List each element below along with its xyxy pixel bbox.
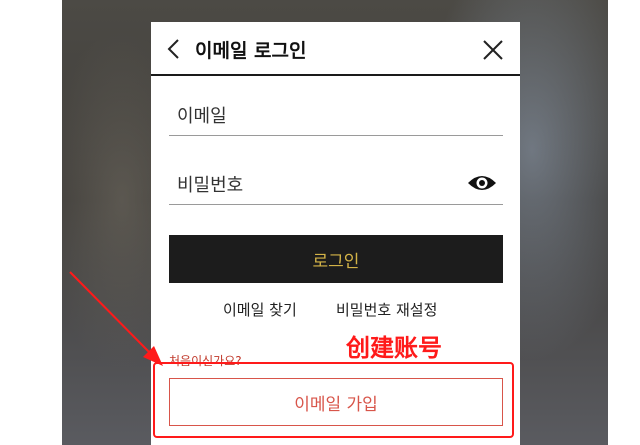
find-email-link[interactable]: 이메일 찾기 xyxy=(223,299,297,320)
login-button[interactable]: 로그인 xyxy=(169,235,503,283)
annotation-label: 创建账号 xyxy=(346,334,442,362)
password-field-wrapper xyxy=(169,163,503,205)
first-time-text: 처음이신가요? xyxy=(169,354,242,368)
email-login-dialog: 이메일 로그인 로그인 이메일 찾기 비밀번호 재설정 처음이신가요? 이메일 … xyxy=(151,22,520,445)
password-field[interactable] xyxy=(175,169,459,201)
email-field-wrapper xyxy=(169,94,503,136)
chevron-left-icon[interactable] xyxy=(165,38,183,60)
email-signup-button[interactable]: 이메일 가입 xyxy=(169,378,503,426)
dialog-title: 이메일 로그인 xyxy=(195,40,307,62)
dialog-header: 이메일 로그인 xyxy=(151,22,520,76)
reset-password-link[interactable]: 비밀번호 재설정 xyxy=(336,299,437,320)
close-icon[interactable] xyxy=(482,39,504,61)
eye-icon[interactable] xyxy=(467,173,497,193)
email-field[interactable] xyxy=(175,100,459,132)
